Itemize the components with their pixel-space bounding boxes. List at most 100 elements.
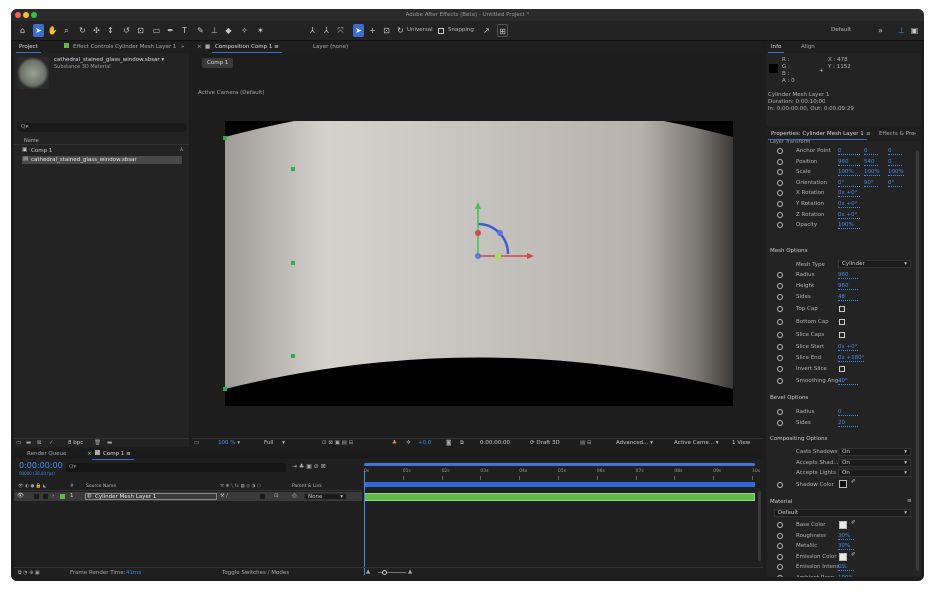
panel-menu-icon[interactable]: » [178, 42, 187, 53]
stopwatch-icon[interactable] [777, 319, 783, 325]
timeline-timecode[interactable]: 0:00:00:00 [19, 461, 63, 470]
table-row[interactable]: 👁 › 1 ◍ Cylinder Mesh Layer 1 ⚒ / ⊡ ◎ No… [14, 492, 362, 501]
asset-name[interactable]: cathedral_stained_glass_window.sbsar ▾ [54, 57, 164, 63]
anchor-tool-icon[interactable]: ⊡ [135, 24, 146, 37]
color-swatch[interactable] [839, 552, 847, 561]
puppet-tool-icon[interactable]: ✶ [255, 24, 266, 37]
project-search-input[interactable]: Q▾ [17, 123, 187, 132]
shadow-color-swatch[interactable] [839, 480, 847, 488]
stopwatch-icon[interactable] [777, 409, 783, 415]
properties-menu-icon[interactable]: ≡ [863, 129, 874, 140]
snap-grid-icon[interactable]: ⊞ [497, 24, 508, 37]
stopwatch-icon[interactable] [777, 532, 783, 539]
list-item[interactable]: ▣ Comp 1 ⅄ [14, 147, 189, 155]
footer-toggle-icons[interactable]: ⧉ ◔ ⊕ ▣ [18, 570, 40, 576]
property-value[interactable]: 960 [838, 159, 860, 166]
list-item[interactable]: ▤ cathedral_stained_glass_window.sbsar [22, 156, 182, 164]
playhead[interactable] [364, 471, 365, 575]
tab-project[interactable]: Project [16, 42, 41, 53]
brush-tool-icon[interactable]: ✎ [195, 24, 206, 37]
property-value[interactable]: 0x +0° [838, 201, 860, 208]
exposure-value[interactable]: +0.0 [418, 440, 431, 446]
property-value[interactable]: 30% [838, 543, 854, 551]
zoom-tool-icon[interactable]: ⌕ [61, 24, 72, 37]
property-checkbox[interactable] [839, 319, 845, 325]
bpc-button[interactable]: 8 bpc [68, 440, 83, 446]
stopwatch-icon[interactable] [777, 355, 783, 361]
properties-scrollbar[interactable] [916, 151, 919, 571]
stopwatch-icon[interactable] [777, 294, 783, 300]
stopwatch-icon[interactable] [777, 366, 783, 372]
property-value[interactable]: 0x +0° [838, 344, 858, 351]
minimize-window-button[interactable] [23, 12, 29, 18]
layer-switch-icons[interactable]: ⚒ / [220, 493, 228, 499]
timeline-scrollbar[interactable] [758, 491, 761, 561]
stopwatch-icon[interactable] [777, 169, 783, 176]
stopwatch-icon[interactable] [777, 148, 783, 154]
resolution-dropdown[interactable]: Full ▾ [264, 440, 285, 446]
col-source-name[interactable]: Source Name [86, 484, 116, 489]
col-name[interactable]: Name [24, 138, 39, 144]
orbit-tool-icon[interactable]: ↻ [77, 24, 88, 37]
compositing-dropdown[interactable]: On ▾ [838, 448, 911, 456]
layer-label-color[interactable] [60, 494, 65, 499]
stopwatch-icon[interactable] [777, 272, 783, 278]
work-area-bar[interactable] [364, 463, 755, 466]
tab-align[interactable]: Align [798, 42, 818, 53]
parent-dropdown[interactable]: None ▾ [304, 493, 347, 500]
pen-tool-icon[interactable]: ✒ [165, 24, 176, 37]
3d-gizmo-icon[interactable] [468, 201, 538, 271]
3d-rotate-icon[interactable]: ↻ [395, 24, 406, 37]
rotate-tool-icon[interactable]: ↺ [121, 24, 132, 37]
stopwatch-icon[interactable] [777, 378, 783, 384]
property-value[interactable]: 100% [838, 222, 860, 230]
timecode-field[interactable]: 0:00:00:00 [480, 440, 510, 446]
search-help-icon[interactable]: ⊥ [896, 24, 907, 37]
eyedropper-icon[interactable]: ✐ [851, 479, 856, 485]
property-value[interactable]: 0x +0° [838, 212, 860, 219]
property-checkbox[interactable] [839, 366, 845, 372]
toggle-view-icon[interactable]: ▭ [194, 440, 199, 446]
zoom-dropdown[interactable]: 100 % ▾ [218, 440, 240, 446]
expand-chevron-icon[interactable]: › [52, 493, 54, 499]
home-icon[interactable]: ⌂ [17, 24, 28, 37]
zoom-out-icon[interactable]: ▲ [366, 569, 370, 575]
property-value[interactable]: 30% [838, 533, 854, 540]
new-comp-icon[interactable]: ⊠ [37, 440, 42, 446]
comp-breadcrumb-button[interactable]: Comp 1 [202, 58, 234, 68]
property-value[interactable]: 48 [838, 294, 858, 301]
bbox-handle[interactable] [223, 387, 227, 391]
comment-icon[interactable]: ▣ [909, 24, 920, 37]
property-value[interactable]: 960 [838, 283, 858, 290]
stopwatch-icon[interactable] [777, 190, 783, 197]
compositing-dropdown[interactable]: On ▾ [838, 458, 911, 467]
layer-name-field[interactable]: ◍ Cylinder Mesh Layer 1 [85, 493, 217, 500]
snap-options-icon[interactable]: ↗ [481, 24, 492, 37]
property-value[interactable]: 0 [864, 148, 878, 155]
renderer-button[interactable]: ⟳ Draft 3D [530, 440, 560, 446]
pan-tool-icon[interactable]: ✣ [91, 24, 102, 37]
flowchart-icon[interactable]: ⅄ [180, 147, 183, 153]
property-value[interactable]: 0% [838, 564, 854, 572]
stopwatch-icon[interactable] [777, 332, 783, 338]
timeline-search-input[interactable]: Q▾ [66, 463, 286, 472]
toggle-icon[interactable]: ▬ [107, 440, 112, 446]
property-value[interactable]: 0 [888, 159, 902, 166]
property-value[interactable]: 0x +180° [838, 355, 865, 362]
property-value[interactable]: 20 [838, 420, 858, 427]
pickwhip-icon[interactable]: ◎ [292, 493, 297, 499]
solo-toggle[interactable] [43, 494, 48, 499]
new-folder-icon[interactable]: ▬ [26, 440, 31, 446]
3d-scale-icon[interactable]: ⊡ [381, 24, 392, 37]
property-value[interactable]: 90° [864, 180, 878, 187]
property-value[interactable]: 0x +0° [838, 190, 860, 198]
eyedropper-icon[interactable]: ✐ [851, 552, 856, 558]
time-ruler[interactable]: 0s 01s 02s 03s 04s 05s 06s 07s 08s 09s 10s [364, 463, 760, 491]
viewer-canvas[interactable] [223, 121, 733, 406]
property-value[interactable]: 0° [888, 180, 902, 187]
timeline-tools-icons[interactable]: ⇥ ♣ ▣ ⊘ ⊠ [292, 463, 326, 470]
tab-composition[interactable]: Composition Comp 1 ≡ [212, 42, 282, 53]
stopwatch-icon[interactable] [777, 344, 783, 350]
visibility-eye-icon[interactable]: 👁 [17, 493, 24, 499]
axis-view-icon[interactable]: ⤧ [335, 24, 346, 37]
